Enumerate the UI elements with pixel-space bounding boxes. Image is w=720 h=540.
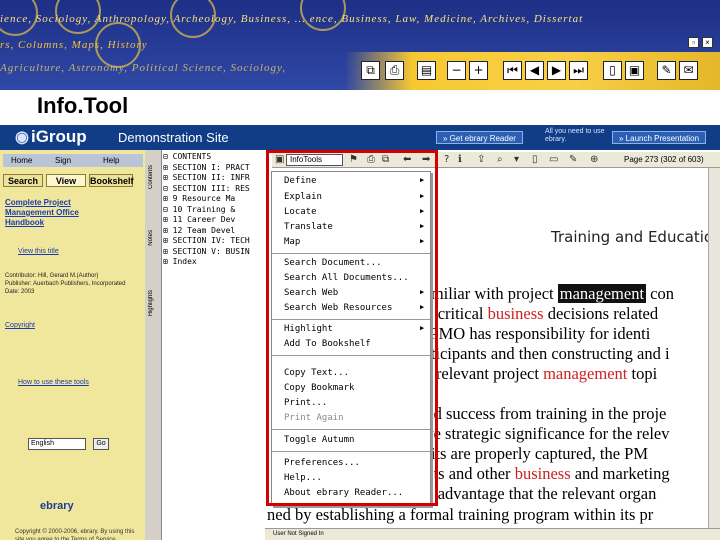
page-view-icon[interactable]: ▤ <box>417 61 436 80</box>
launch-presentation-button[interactable]: » Launch Presentation <box>612 131 707 144</box>
get-reader-button[interactable]: » Get ebrary Reader <box>436 131 523 144</box>
text-line: ke critical business decisions related <box>418 304 658 324</box>
top-nav: Home Sign Help <box>3 154 143 167</box>
text-line: of relevant project management topi <box>418 364 657 384</box>
text-segment: familiar with project <box>418 284 558 303</box>
toc-item[interactable]: ⊞ 9 Resource Ma <box>163 194 265 205</box>
chapter-heading: Training and Educatio <box>551 228 714 246</box>
zoom-icon[interactable]: ⊕ <box>590 154 598 166</box>
vertical-tabs: Contents Notes Highlights <box>145 150 162 540</box>
vtab-notes[interactable]: Notes <box>148 230 154 246</box>
nav-home[interactable]: Home <box>11 154 32 167</box>
toc-item[interactable]: ⊞ SECTION I: PRACT <box>163 163 265 174</box>
last-page-icon[interactable]: ⏭ <box>569 61 588 80</box>
igroup-logo: ◉ iGroup <box>15 127 87 147</box>
export-icon[interactable]: ⇪ <box>477 154 485 166</box>
tab-bookshelf[interactable]: Bookshelf <box>89 174 134 187</box>
send-icon[interactable]: ✉ <box>679 61 698 80</box>
text-line: ave strategic significance for the relev <box>418 424 670 443</box>
keyword-hit: business <box>514 464 571 483</box>
text-line: ents and other business and marketing <box>418 464 670 484</box>
toc-item[interactable]: ⊟ CONTENTS <box>163 152 265 163</box>
vtab-highlights[interactable]: Highlights <box>148 290 154 316</box>
banner-ticker-top: ience, Sociology, Anthropology, Archeolo… <box>0 13 584 25</box>
view-title-link[interactable]: View this title <box>18 248 59 255</box>
slide-title: Info.Tool <box>37 93 129 118</box>
fit-page-icon[interactable]: ▣ <box>625 61 644 80</box>
vertical-scrollbar[interactable] <box>708 168 720 540</box>
toc-item[interactable]: ⊟ 10 Training & <box>163 205 265 216</box>
toc-item[interactable]: ⊞ SECTION II: INFR <box>163 173 265 184</box>
page-icon[interactable]: ▯ <box>532 154 538 166</box>
left-panel: Home Sign Help Search View Bookshelf Com… <box>0 150 145 540</box>
text-line: and success from training in the proje <box>418 404 667 423</box>
close-window-icon[interactable]: × <box>702 37 713 48</box>
text-line: efits are properly captured, the PM <box>418 444 649 463</box>
help-icon[interactable]: ? <box>444 154 449 166</box>
restore-icon[interactable]: ▫ <box>688 37 699 48</box>
go-button[interactable]: Go <box>93 438 109 450</box>
text-line: e PMO has responsibility for identi <box>418 324 651 343</box>
search-icon[interactable]: ⌕ <box>497 154 503 166</box>
slide-title-bar: Info.Tool <box>0 90 720 125</box>
reader-hint: All you need to use ebrary. <box>545 128 605 143</box>
keyword-hit: management <box>543 364 628 383</box>
text-segment: con <box>646 284 674 303</box>
info-icon[interactable]: ℹ <box>458 154 462 166</box>
copy-icon[interactable]: ⧉ <box>361 61 380 80</box>
book-title-link[interactable]: Complete Project Management Office Handb… <box>5 198 100 228</box>
nav-sign[interactable]: Sign <box>55 154 71 167</box>
how-to-link[interactable]: How to use these tools <box>18 379 89 386</box>
viewer-toolbar: ⧉ ⎙ ▤ − + ⏮ ◀ ▶ ⏭ ▯ ▣ ✎ ✉ <box>345 52 720 90</box>
banner-ticker-mid: rs, Columns, Maps, History <box>0 39 148 51</box>
page-indicator: Page 273 (302 of 603) <box>624 155 704 164</box>
zoom-in-icon[interactable]: + <box>469 61 488 80</box>
tab-search[interactable]: Search <box>3 174 43 187</box>
toc-item[interactable]: ⊞ SECTION IV: TECH <box>163 236 265 247</box>
highlighter-icon[interactable]: ✎ <box>569 154 577 166</box>
edit-icon[interactable]: ✎ <box>657 61 676 80</box>
meta-publisher: Publisher: Auerbach Publishers, Incorpor… <box>5 281 126 287</box>
zoom-out-icon[interactable]: − <box>447 61 466 80</box>
text-line: ve advantage that the relevant organ <box>418 484 657 503</box>
text-segment: decisions related <box>543 304 659 323</box>
status-bar: User Not Signed In <box>265 528 720 540</box>
globe-icon: ◉ <box>15 129 29 146</box>
meta-contributor: Contributor: Hill, Gerard M.(Author) <box>5 273 99 279</box>
text-line: articipants and then constructing and i <box>418 344 670 363</box>
site-header: ◉ iGroup Demonstration Site » Get ebrary … <box>0 125 720 150</box>
copyright-link[interactable]: Copyright <box>5 322 35 329</box>
vtab-contents[interactable]: Contents <box>148 165 154 189</box>
text-segment: topi <box>627 364 658 383</box>
toc-item[interactable]: ⊞ 11 Career Dev <box>163 215 265 226</box>
toc-item[interactable]: ⊞ 12 Team Devel <box>163 226 265 237</box>
ebrary-logo: ebrary <box>40 500 74 512</box>
text-segment: and marketing <box>570 464 670 483</box>
book-metadata: Contributor: Hill, Gerard M.(Author) Pub… <box>5 272 140 296</box>
toc-item[interactable]: ⊞ SECTION V: BUSIN <box>163 247 265 258</box>
tab-view[interactable]: View <box>46 174 86 187</box>
text-line: ned by establishing a formal training pr… <box>267 505 654 524</box>
first-page-icon[interactable]: ⏮ <box>503 61 522 80</box>
single-page-icon[interactable]: ▯ <box>603 61 622 80</box>
left-footer: Copyright © 2000-2006, ebrary. By using … <box>15 529 135 540</box>
keyword-hit: business <box>487 304 544 323</box>
table-of-contents: ⊟ CONTENTS ⊞ SECTION I: PRACT ⊞ SECTION … <box>163 152 265 540</box>
toc-item[interactable]: ⊟ SECTION III: RES <box>163 184 265 195</box>
meta-date: Date: 2003 <box>5 289 35 295</box>
language-select[interactable]: English <box>28 438 86 450</box>
toc-item[interactable]: ⊞ Index <box>163 257 265 268</box>
nav-help[interactable]: Help <box>103 154 119 167</box>
print-icon[interactable]: ⎙ <box>385 61 404 80</box>
pages-icon[interactable]: ▭ <box>549 154 558 166</box>
next-page-icon[interactable]: ▶ <box>547 61 566 80</box>
search-hit: management <box>557 284 647 303</box>
logo-text: iGroup <box>30 127 87 146</box>
prev-page-icon[interactable]: ◀ <box>525 61 544 80</box>
site-name: Demonstration Site <box>118 130 229 145</box>
ebrary-banner: ience, Sociology, Anthropology, Archeolo… <box>0 0 720 90</box>
highlight-frame <box>266 150 438 506</box>
text-line: familiar with project management con <box>418 284 674 304</box>
options-icon[interactable]: ▾ <box>514 154 519 166</box>
